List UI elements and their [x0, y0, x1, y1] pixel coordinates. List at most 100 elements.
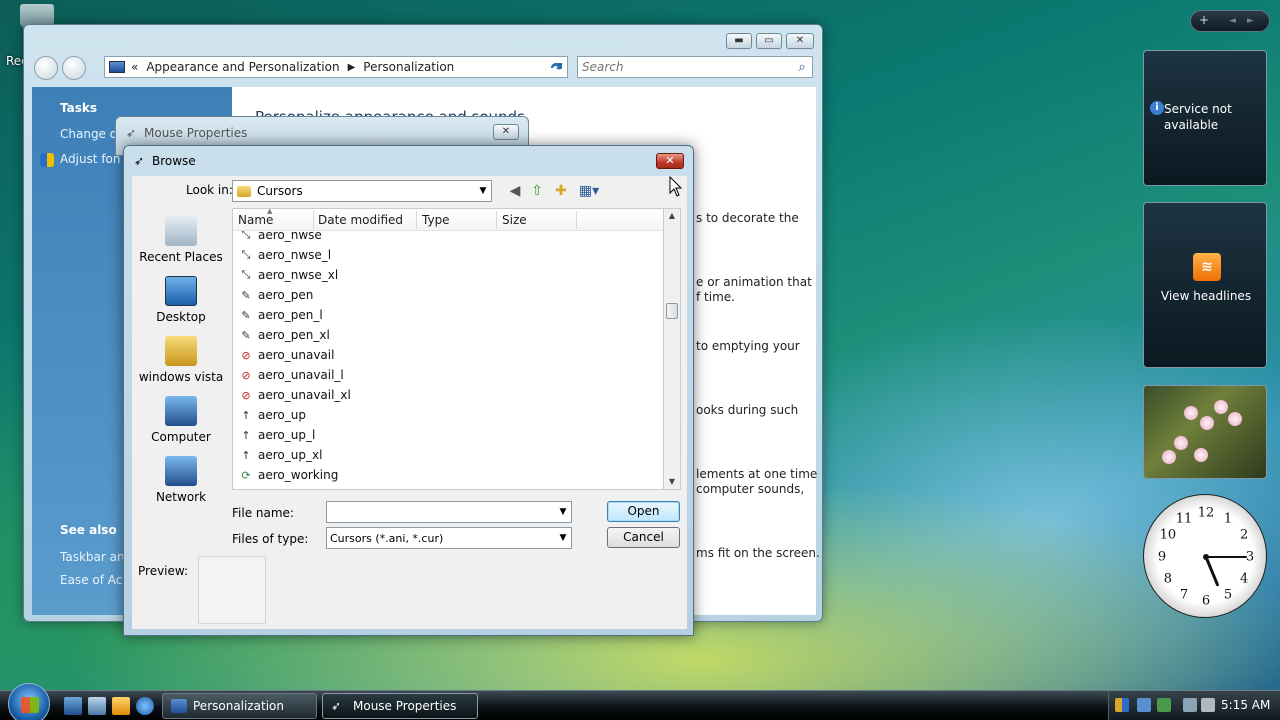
mouse-properties-close-button[interactable]: ✕	[493, 124, 519, 140]
media-player-icon[interactable]	[112, 697, 130, 715]
back-arrow-icon[interactable]: ◀	[506, 182, 524, 200]
file-row[interactable]: ⤡ aero_nwse_xl	[239, 265, 339, 285]
file-type-select[interactable]: Cursors (*.ani, *.cur) ▼	[326, 527, 572, 549]
internet-explorer-icon[interactable]	[136, 697, 154, 715]
place-windows-vista[interactable]: windows vista	[132, 336, 230, 384]
search-icon[interactable]: ⌕	[792, 60, 812, 75]
view-headlines-link[interactable]: View headlines	[1144, 289, 1268, 303]
slideshow-gadget[interactable]	[1143, 385, 1267, 479]
add-gadget-button[interactable]: +	[1199, 13, 1209, 27]
desc-fragment: e or animation that	[696, 275, 812, 289]
file-row[interactable]: ↑ aero_up	[239, 405, 306, 425]
updates-icon[interactable]	[1157, 698, 1171, 712]
column-name[interactable]: Name	[238, 213, 273, 227]
network-tray-icon[interactable]	[1183, 698, 1197, 712]
column-divider[interactable]	[496, 211, 497, 229]
column-date-modified[interactable]: Date modified	[318, 213, 403, 227]
chevron-down-icon[interactable]: ▼	[475, 186, 491, 196]
file-name: aero_unavail	[258, 348, 335, 362]
file-row[interactable]: ⤡ aero_nwse_l	[239, 245, 332, 265]
unavailable-icon: ⊘	[241, 348, 251, 362]
refresh-icon	[551, 63, 562, 69]
new-folder-icon[interactable]: ✚	[552, 182, 570, 200]
forward-button[interactable]	[62, 56, 86, 80]
chevron-down-icon[interactable]: ▼	[555, 507, 571, 517]
view-menu-icon[interactable]: ▦▾	[576, 182, 602, 200]
start-button[interactable]	[8, 683, 50, 720]
browse-close-button[interactable]: ✕	[656, 153, 684, 169]
file-list-scrollbar[interactable]: ▲ ▼	[664, 208, 681, 490]
scroll-up-icon[interactable]: ▲	[664, 211, 680, 220]
recent-places-icon	[165, 216, 197, 246]
scroll-down-icon[interactable]: ▼	[664, 477, 680, 486]
place-recent-places[interactable]: Recent Places	[132, 216, 230, 264]
place-network[interactable]: Network	[132, 456, 230, 504]
file-row[interactable]: ✎ aero_pen_xl	[239, 325, 329, 345]
close-button[interactable]: ✕	[786, 33, 814, 49]
scrollbar-thumb[interactable]	[666, 303, 678, 319]
up-arrow-icon: ↑	[241, 428, 251, 442]
look-in-select[interactable]: Cursors ▼	[232, 180, 492, 202]
file-row[interactable]: ✎ aero_pen	[239, 285, 313, 305]
file-name-field[interactable]: ▼	[326, 501, 572, 523]
column-divider[interactable]	[416, 211, 417, 229]
place-computer[interactable]: Computer	[132, 396, 230, 444]
column-divider[interactable]	[576, 211, 577, 229]
column-divider[interactable]	[313, 211, 314, 229]
file-row[interactable]: ⟳ aero_working_l	[239, 485, 347, 489]
chevron-down-icon[interactable]: ▼	[555, 533, 571, 543]
file-row[interactable]: ⤡ aero_nwse	[239, 231, 322, 245]
taskbar-personalization[interactable]: Personalization	[162, 693, 317, 719]
next-page-button[interactable]: ►	[1247, 16, 1254, 26]
search-input[interactable]	[582, 60, 792, 74]
cancel-button[interactable]: Cancel	[607, 527, 680, 548]
previous-page-button[interactable]: ◄	[1229, 16, 1236, 26]
file-row[interactable]: ↑ aero_up_xl	[239, 445, 322, 465]
switch-windows-icon[interactable]	[88, 697, 106, 715]
file-row[interactable]: ↑ aero_up_l	[239, 425, 315, 445]
control-panel-icon	[109, 61, 125, 73]
maximize-button[interactable]: ▭	[756, 33, 782, 49]
place-label: Recent Places	[139, 250, 223, 264]
clock-gadget[interactable]: 12 1 2 3 4 5 6 7 8 9 10 11	[1143, 494, 1267, 618]
column-size[interactable]: Size	[502, 213, 527, 227]
address-bar[interactable]: « Appearance and Personalization ▶ Perso…	[104, 56, 568, 78]
file-row[interactable]: ✎ aero_pen_l	[239, 305, 322, 325]
volume-muted-icon[interactable]	[1201, 698, 1215, 712]
task-adjust-font-size[interactable]: Adjust fon	[60, 152, 121, 166]
up-folder-icon[interactable]: ⇧	[528, 182, 546, 200]
file-name: aero_nwse	[258, 231, 322, 242]
address-overflow[interactable]: «	[131, 60, 138, 74]
refresh-button[interactable]	[544, 56, 568, 78]
open-button[interactable]: Open	[607, 501, 680, 522]
show-desktop-icon[interactable]	[64, 697, 82, 715]
search-box[interactable]: ⌕	[577, 56, 813, 78]
desc-fragment: to emptying your	[696, 339, 800, 353]
sort-arrow-icon: ▲	[267, 208, 273, 215]
system-clock[interactable]: 5:15 AM	[1221, 698, 1270, 712]
place-desktop[interactable]: Desktop	[132, 276, 230, 324]
resize-diagonal-icon: ⤡	[241, 231, 251, 241]
network-status-icon[interactable]	[1137, 698, 1151, 712]
breadcrumb-appearance[interactable]: Appearance and Personalization	[146, 60, 339, 74]
user-folder-icon	[165, 336, 197, 366]
taskbar-mouse-properties[interactable]: ➶ Mouse Properties	[322, 693, 478, 719]
browse-dialog: ➶ Browse ✕ Look in: Cursors ▼ ◀ ⇧ ✚ ▦▾ R…	[123, 145, 694, 636]
browse-body: Look in: Cursors ▼ ◀ ⇧ ✚ ▦▾ Recent Place…	[132, 176, 687, 629]
column-type[interactable]: Type	[422, 213, 450, 227]
folder-icon	[237, 185, 251, 197]
file-row[interactable]: ⊘ aero_unavail_xl	[239, 385, 350, 405]
file-name-input[interactable]	[330, 505, 555, 519]
file-list[interactable]: Name ▲ Date modified Type Size ⤡ aero_nws…	[232, 208, 664, 490]
file-row[interactable]: ⊘ aero_unavail	[239, 345, 334, 365]
breadcrumb-personalization[interactable]: Personalization	[363, 60, 454, 74]
back-button[interactable]	[34, 56, 58, 80]
see-also-taskbar[interactable]: Taskbar an	[60, 550, 125, 564]
security-shield-icon[interactable]	[1115, 698, 1129, 712]
feed-headlines-gadget[interactable]: ≋ View headlines	[1143, 202, 1267, 368]
file-row[interactable]: ⟳ aero_working	[239, 465, 338, 485]
file-row[interactable]: ⊘ aero_unavail_l	[239, 365, 343, 385]
minimize-button[interactable]: ▬	[726, 33, 752, 49]
look-in-value: Cursors	[257, 184, 303, 198]
weather-gadget[interactable]: i Service not available	[1143, 50, 1267, 186]
